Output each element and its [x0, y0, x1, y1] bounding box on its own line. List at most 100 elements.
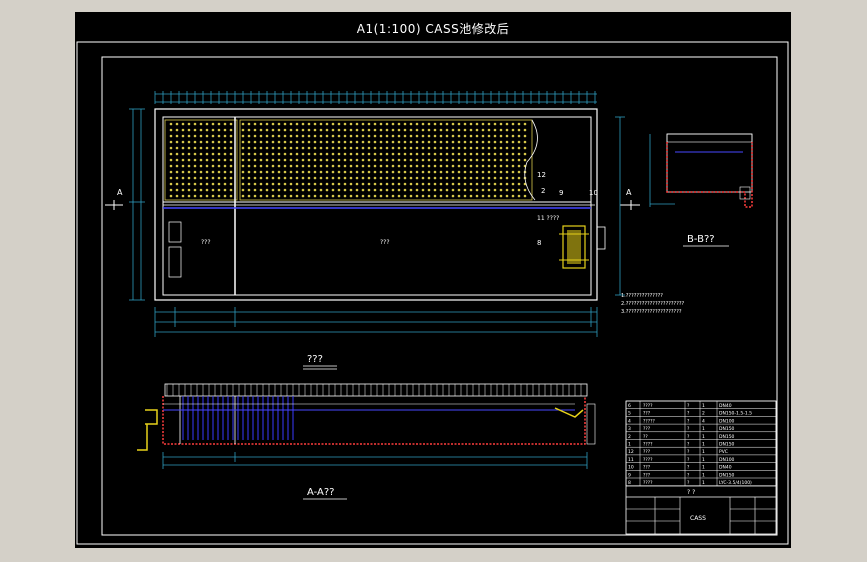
- aerator-dot: [313, 164, 317, 168]
- aerator-dot: [367, 194, 371, 198]
- aerator-dot: [511, 182, 515, 186]
- aerator-dot: [313, 170, 317, 174]
- aerator-dot: [325, 170, 329, 174]
- aerator-dot: [349, 140, 353, 144]
- aerator-dot: [463, 182, 467, 186]
- aerator-dot: [169, 176, 173, 180]
- aerator-dot: [385, 170, 389, 174]
- aerator-dot: [193, 158, 197, 162]
- aerator-dot: [385, 176, 389, 180]
- aerator-dot: [217, 152, 221, 156]
- aerator-dot: [409, 194, 413, 198]
- aerator-dot: [409, 188, 413, 192]
- marker-a-right: A: [626, 188, 632, 197]
- aerator-dot: [361, 140, 365, 144]
- aerator-dot: [265, 164, 269, 168]
- aerator-dot: [205, 176, 209, 180]
- aerator-dot: [391, 158, 395, 162]
- aerator-dot: [181, 146, 185, 150]
- aerator-dot: [499, 194, 503, 198]
- aerator-dot: [325, 128, 329, 132]
- aerator-dot: [331, 176, 335, 180]
- title-block-cell: ?: [687, 465, 690, 471]
- aerator-dot: [259, 134, 263, 138]
- aerator-dot: [325, 194, 329, 198]
- aerator-dot: [253, 140, 257, 144]
- aerator-dot: [523, 122, 527, 126]
- aerator-dot: [367, 122, 371, 126]
- aerator-dot: [313, 146, 317, 150]
- aerator-dot: [505, 152, 509, 156]
- aerator-dot: [397, 176, 401, 180]
- aerator-dot: [199, 164, 203, 168]
- aerator-dot: [457, 158, 461, 162]
- aerator-dot: [391, 128, 395, 132]
- title-block-cell: 1: [702, 457, 705, 463]
- aerator-dot: [319, 122, 323, 126]
- aerator-dot: [379, 122, 383, 126]
- aerator-dot: [307, 176, 311, 180]
- aerator-dot: [337, 128, 341, 132]
- aerator-dot: [403, 152, 407, 156]
- aerator-dot: [481, 170, 485, 174]
- aerator-dot: [349, 176, 353, 180]
- aerator-dot: [475, 176, 479, 180]
- title-block-cell: ?: [687, 403, 690, 409]
- title-block-cell: ?: [687, 449, 690, 455]
- aerator-dot: [397, 170, 401, 174]
- aerator-dot: [175, 188, 179, 192]
- aerator-dot: [415, 158, 419, 162]
- aerator-dot: [445, 146, 449, 150]
- aerator-dot: [361, 134, 365, 138]
- aerator-dot: [199, 158, 203, 162]
- aerator-dot: [421, 152, 425, 156]
- aerator-dot: [349, 122, 353, 126]
- aerator-dot: [289, 182, 293, 186]
- aerator-dot: [283, 134, 287, 138]
- aerator-dot: [283, 122, 287, 126]
- title-block-cell: ??: [643, 434, 648, 440]
- aerator-dot: [295, 158, 299, 162]
- aerator-dot: [481, 146, 485, 150]
- aerator-dot: [427, 170, 431, 174]
- aerator-dot: [493, 170, 497, 174]
- title-block-cell: 12: [628, 449, 634, 455]
- aerator-dot: [433, 158, 437, 162]
- aerator-dot: [271, 164, 275, 168]
- aerator-dot: [427, 182, 431, 186]
- aerator-dot: [307, 164, 311, 168]
- aerator-dot: [439, 134, 443, 138]
- aerator-dot: [223, 146, 227, 150]
- left-dimensions: [129, 108, 145, 301]
- aerator-dot: [373, 176, 377, 180]
- aerator-dot: [463, 158, 467, 162]
- aerator-dot: [439, 170, 443, 174]
- tag-2: 2: [541, 187, 545, 195]
- aerator-dot: [175, 164, 179, 168]
- aerator-dot: [313, 152, 317, 156]
- aerator-dot: [265, 182, 269, 186]
- aerator-dot: [379, 194, 383, 198]
- aerator-dot: [337, 176, 341, 180]
- aerator-dot: [271, 170, 275, 174]
- aerator-dot: [277, 128, 281, 132]
- aerator-dot: [493, 182, 497, 186]
- aerator-dot: [403, 122, 407, 126]
- aerator-dot: [319, 140, 323, 144]
- aerator-dot: [355, 122, 359, 126]
- aerator-dot: [355, 164, 359, 168]
- aerator-dot: [211, 152, 215, 156]
- title-block-cell: ????: [643, 403, 653, 409]
- aerator-dot: [457, 170, 461, 174]
- aerator-dot: [271, 182, 275, 186]
- aerator-dot: [313, 182, 317, 186]
- aerator-dot: [247, 164, 251, 168]
- aerator-dot: [385, 188, 389, 192]
- aerator-dot: [379, 152, 383, 156]
- aerator-dot: [451, 194, 455, 198]
- aerator-dot: [343, 194, 347, 198]
- plan-outer-wall: [154, 108, 598, 301]
- aerator-dot: [511, 134, 515, 138]
- decanter-unit: [559, 225, 589, 269]
- aerator-dot: [451, 140, 455, 144]
